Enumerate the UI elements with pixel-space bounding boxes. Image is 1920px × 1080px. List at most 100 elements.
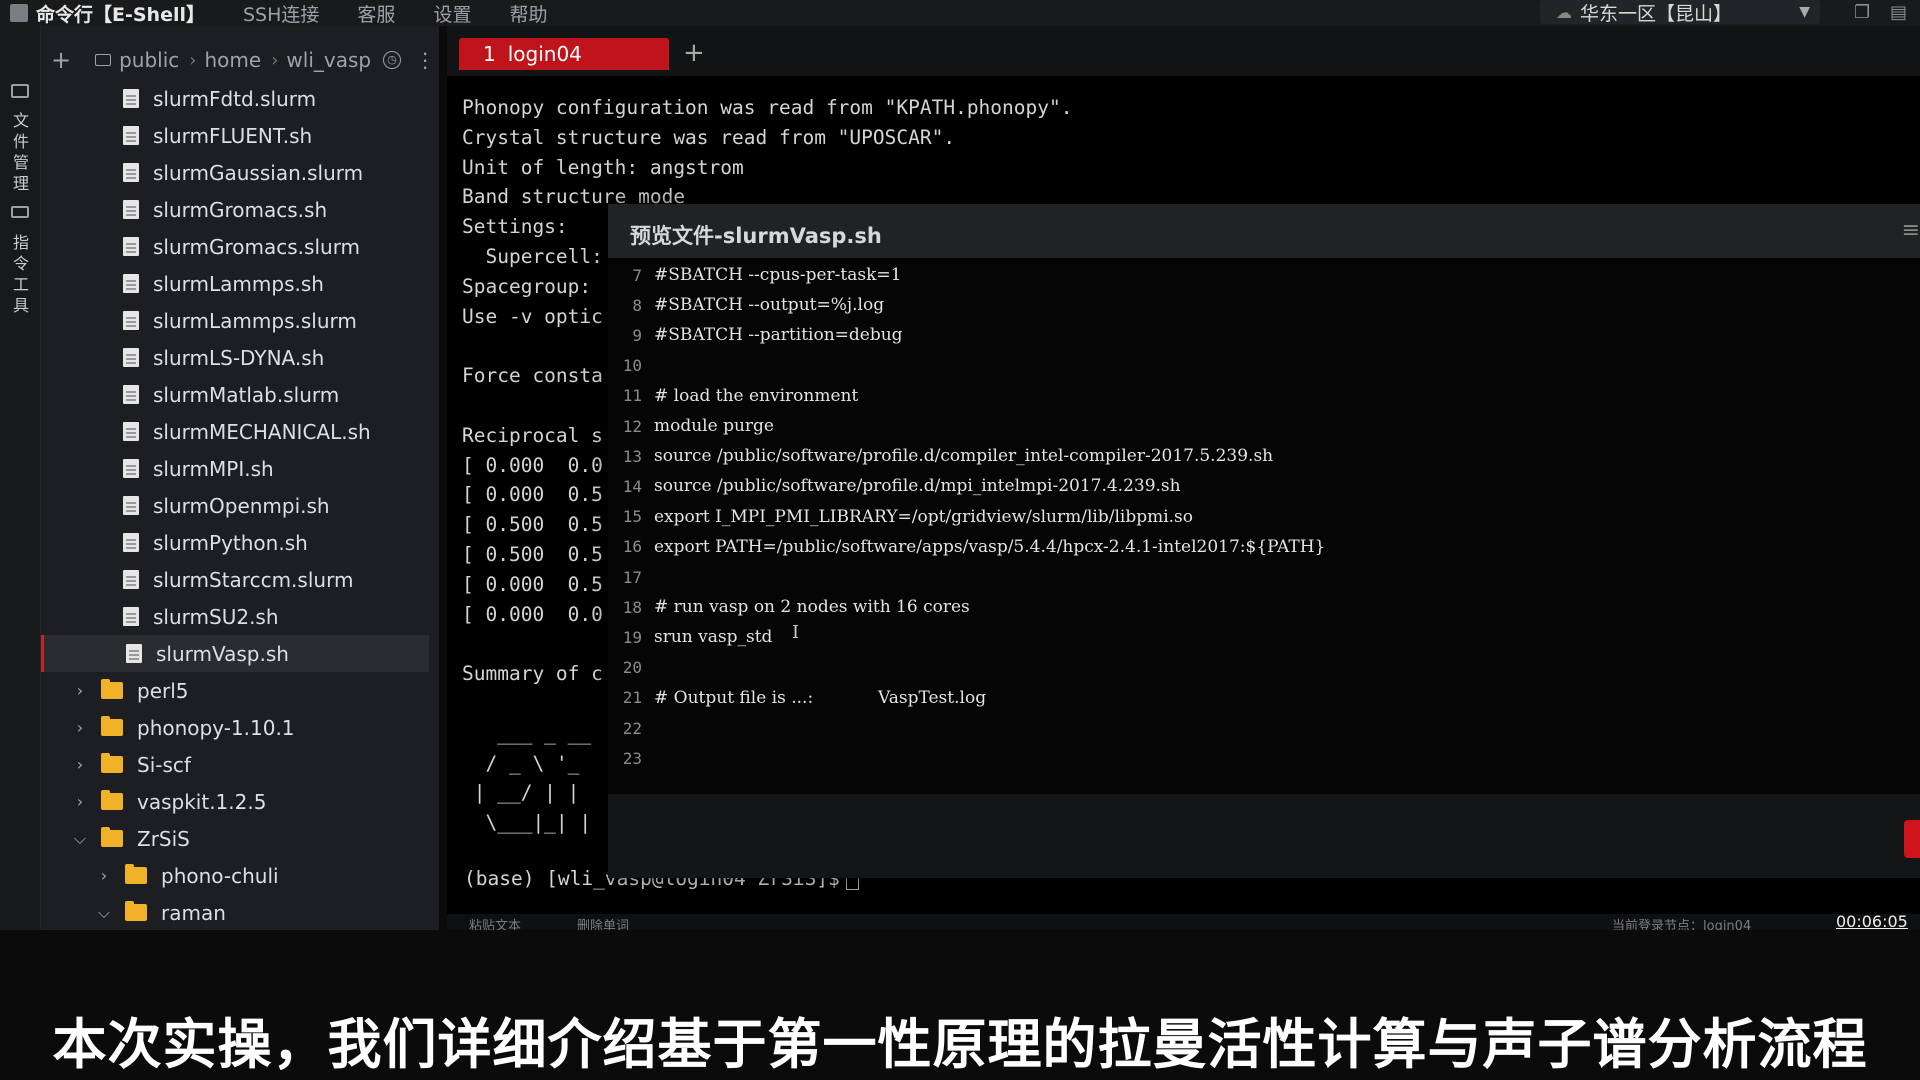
file-icon xyxy=(123,163,139,182)
paste-text-button[interactable]: 粘贴文本 xyxy=(469,915,521,930)
terminal-line: Force consta xyxy=(462,364,603,388)
folder-icon xyxy=(101,716,123,736)
menu-icon[interactable]: ≡ xyxy=(1902,218,1920,243)
file-item[interactable]: slurmMECHANICAL.sh xyxy=(41,413,429,450)
breadcrumb-public[interactable]: public xyxy=(119,48,179,72)
tree-item-label: slurmVasp.sh xyxy=(156,641,289,666)
chevron-right-icon[interactable]: › xyxy=(71,718,89,737)
file-item[interactable]: slurmSU2.sh xyxy=(41,598,429,635)
terminal-line: Settings: xyxy=(462,215,568,239)
terminal-line: Reciprocal s xyxy=(462,423,603,447)
tree-item-label: slurmLammps.sh xyxy=(153,271,324,296)
menu-ssh[interactable]: SSH连接 xyxy=(243,0,319,27)
file-icon xyxy=(123,422,139,441)
tree-item-label: slurmGromacs.sh xyxy=(153,197,328,222)
menu-bar: 命令行【E-Shell】 SSH连接 客服 设置 帮助 ☁ 华东一区【昆山】 ▼… xyxy=(0,0,1920,26)
file-icon xyxy=(123,570,139,589)
code-text: module purge xyxy=(654,416,774,436)
code-line: 15 export I_MPI_PMI_LIBRARY=/opt/gridview… xyxy=(608,502,1193,532)
folder-item[interactable]: › Si-scf xyxy=(41,746,429,783)
terminal-line: | __/ | | xyxy=(462,781,580,805)
code-text: export I_MPI_PMI_LIBRARY=/opt/gridview/s… xyxy=(654,506,1194,527)
app-title: 命令行【E-Shell】 xyxy=(36,3,205,26)
terminal-line: [ 0.000 0.5 xyxy=(462,572,603,596)
folder-item[interactable]: › phonopy-1.10.1 xyxy=(41,709,429,746)
folder-item[interactable]: › vaspkit.1.2.5 xyxy=(41,783,429,820)
file-item[interactable]: slurmGaussian.slurm xyxy=(41,154,429,191)
file-item[interactable]: slurmFdtd.slurm xyxy=(41,80,429,117)
chevron-right-icon[interactable]: › xyxy=(95,866,113,885)
app-icon xyxy=(10,4,28,22)
tree-item-label: perl5 xyxy=(137,678,189,703)
history-icon[interactable]: ◷ xyxy=(383,51,402,69)
file-item[interactable]: slurmMatlab.slurm xyxy=(41,376,429,413)
breadcrumb: + public › home › wli_vasp ◷ ⋮ xyxy=(41,46,439,74)
tree-item-label: slurmSU2.sh xyxy=(153,604,279,629)
file-item[interactable]: slurmPython.sh xyxy=(41,524,429,561)
file-item[interactable]: slurmFLUENT.sh xyxy=(41,117,429,154)
chevron-down-icon[interactable]: ⌵ xyxy=(71,829,89,849)
folder-item[interactable]: › phono-chuli xyxy=(41,857,429,894)
breadcrumb-wli-vasp[interactable]: wli_vasp xyxy=(286,48,371,72)
chevron-right-icon[interactable]: › xyxy=(71,681,89,700)
breadcrumb-home[interactable]: home xyxy=(205,48,262,72)
file-item[interactable]: slurmOpenmpi.sh xyxy=(41,487,429,524)
tree-item-label: Si-scf xyxy=(137,752,191,777)
folder-item[interactable]: ⌵ raman xyxy=(41,894,429,930)
file-item[interactable]: slurmLammps.sh xyxy=(41,265,429,302)
file-item[interactable]: slurmLammps.slurm xyxy=(41,302,429,339)
node-info: 当前登录节点：login04 xyxy=(1612,919,1752,930)
terminal-line: Summary of c xyxy=(462,662,603,686)
file-item[interactable]: slurmGromacs.sh xyxy=(41,191,429,228)
tree-item-label: phonopy-1.10.1 xyxy=(137,715,295,740)
folder-icon xyxy=(125,901,147,921)
code-view[interactable]: 7 #SBATCH --cpus-per-task=1 8 #SBATCH --out… xyxy=(608,258,1920,794)
preview-action-button[interactable] xyxy=(1904,820,1920,858)
file-icon xyxy=(123,533,139,552)
subtitle: 本次实操，我们详细介绍基于第一性原理的拉曼活性计算与声子谱分析流程 xyxy=(52,1013,1868,1076)
add-tab-icon[interactable]: + xyxy=(683,38,705,68)
file-icon xyxy=(123,311,139,330)
file-item[interactable]: slurmStarccm.slurm xyxy=(41,561,429,598)
more-icon[interactable]: ⋮ xyxy=(415,48,435,72)
terminal-line: Use -v optic xyxy=(462,304,603,328)
file-item[interactable]: slurmMPI.sh xyxy=(41,450,429,487)
tab-number: 1 xyxy=(483,42,496,66)
tab-login04[interactable]: 1 login04 xyxy=(459,38,669,70)
menu-support[interactable]: 客服 xyxy=(357,0,395,27)
region-select[interactable]: ☁ 华东一区【昆山】 ▼ xyxy=(1540,0,1820,25)
chevron-right-icon[interactable]: › xyxy=(71,792,89,811)
folder-item[interactable]: ⌵ ZrSiS xyxy=(41,820,429,857)
folder-item[interactable]: › perl5 xyxy=(41,672,429,709)
tree-item-label: phono-chuli xyxy=(161,863,279,888)
folder-icon xyxy=(125,864,147,884)
code-text: source /public/software/profile.d/mpi_in… xyxy=(654,476,1181,497)
line-number: 15 xyxy=(622,507,642,527)
command-tools-label[interactable]: 指令工具 xyxy=(12,232,30,316)
code-line: 18 # run vasp on 2 nodes with 16 cores xyxy=(608,592,970,622)
line-number: 20 xyxy=(622,658,642,678)
chevron-down-icon: ▼ xyxy=(1799,4,1810,20)
terminal-icon[interactable] xyxy=(11,206,29,218)
folder-icon[interactable] xyxy=(11,84,29,98)
new-icon[interactable]: + xyxy=(51,46,71,74)
file-item[interactable]: slurmGromacs.slurm xyxy=(41,228,429,265)
code-text: # Output file is ...: VaspTest.log xyxy=(654,687,987,708)
file-icon xyxy=(123,237,139,256)
terminal-line: [ 0.000 0.0 xyxy=(462,453,603,477)
window-icon[interactable]: ▤ xyxy=(1890,2,1907,23)
chevron-right-icon[interactable]: › xyxy=(71,755,89,774)
line-number: 21 xyxy=(622,688,642,708)
code-line: 11 # load the environment xyxy=(608,381,859,411)
layout-icon[interactable]: ❐ xyxy=(1854,2,1870,23)
file-item[interactable]: slurmLS-DYNA.sh xyxy=(41,339,429,376)
code-line: 9 #SBATCH --partition=debug xyxy=(608,320,902,350)
menu-help[interactable]: 帮助 xyxy=(509,0,547,27)
file-item[interactable]: slurmVasp.sh xyxy=(41,635,429,672)
menu-settings[interactable]: 设置 xyxy=(433,0,471,27)
region-label: 华东一区【昆山】 xyxy=(1580,2,1733,25)
delete-word-button[interactable]: 删除单词 xyxy=(577,915,629,930)
chevron-down-icon[interactable]: ⌵ xyxy=(95,903,113,923)
code-line: 13 source /public/software/profile.d/comp… xyxy=(608,441,1273,471)
file-manager-label[interactable]: 文件管理 xyxy=(12,110,30,194)
